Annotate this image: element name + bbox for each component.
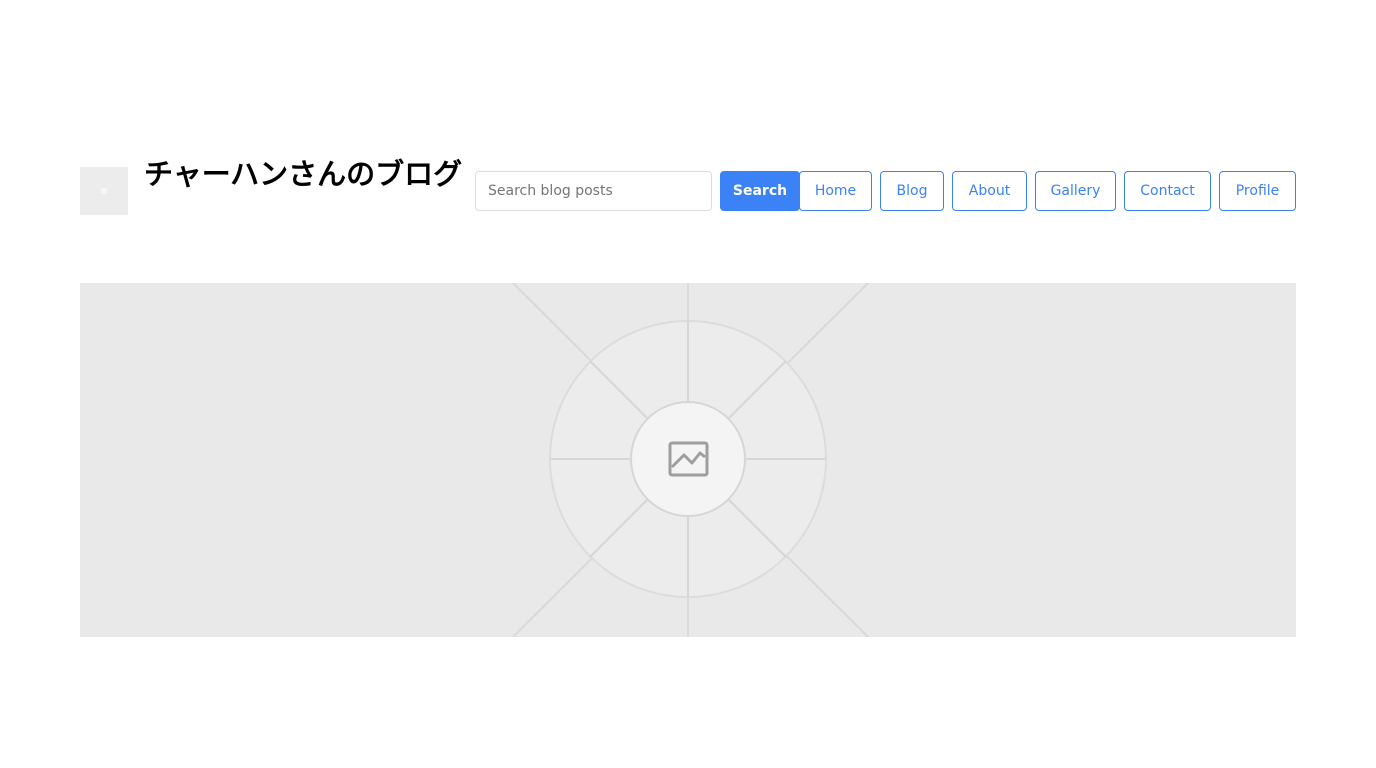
nav-contact-button[interactable]: Contact bbox=[1124, 171, 1211, 211]
nav-blog-button[interactable]: Blog bbox=[880, 171, 944, 211]
nav-profile-button[interactable]: Profile bbox=[1219, 171, 1296, 211]
nav-gallery-button[interactable]: Gallery bbox=[1035, 171, 1116, 211]
site-title: チャーハンさんのブログ bbox=[144, 157, 463, 191]
logo-placeholder-icon bbox=[101, 188, 107, 194]
search-button[interactable]: Search bbox=[720, 171, 800, 211]
site-header: チャーハンさんのブログ Search Home Blog About Galle… bbox=[80, 156, 1296, 226]
search-input[interactable] bbox=[475, 171, 712, 211]
hero-image bbox=[80, 283, 1296, 637]
nav-about-button[interactable]: About bbox=[952, 171, 1027, 211]
nav-home-button[interactable]: Home bbox=[799, 171, 872, 211]
site-logo[interactable] bbox=[80, 167, 128, 215]
hero-placeholder-graphic bbox=[490, 283, 886, 637]
